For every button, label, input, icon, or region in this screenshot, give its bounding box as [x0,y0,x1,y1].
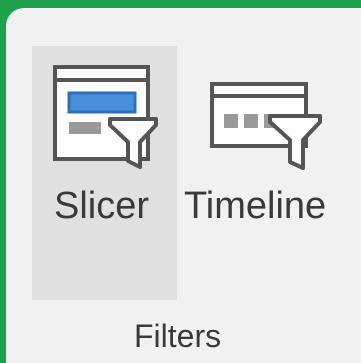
window-frame: Slicer Timeline Filters [0,0,361,363]
timeline-icon [210,82,322,170]
slicer-button-label: Slicer [54,185,150,227]
timeline-button-label[interactable]: Timeline [184,185,326,228]
group-label: Filters [134,318,222,354]
slicer-icon [53,65,158,169]
